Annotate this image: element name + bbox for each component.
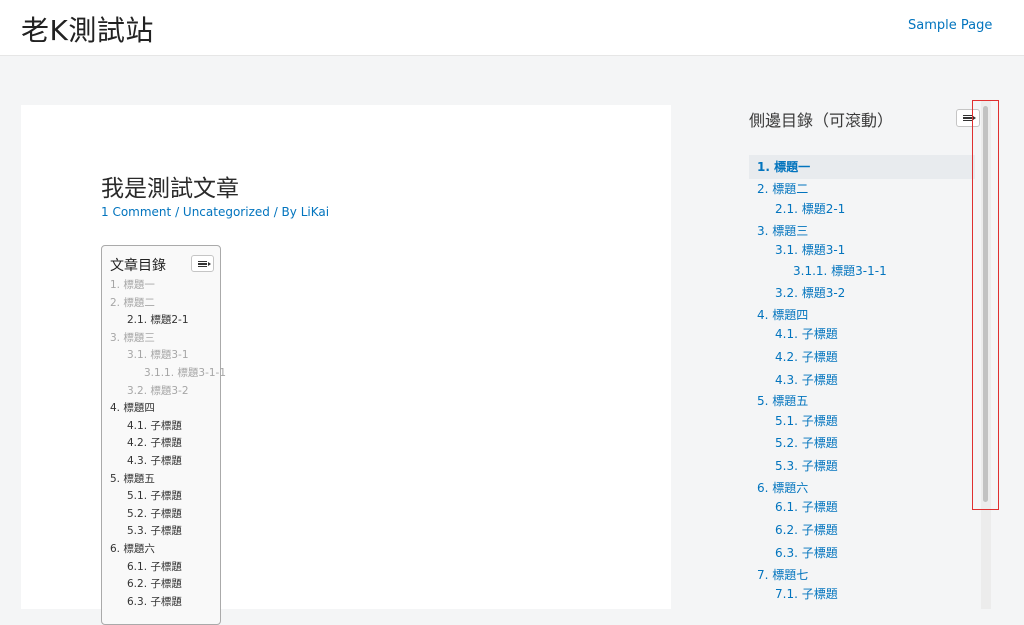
sidebar-title: 側邊目錄（可滾動）	[749, 111, 894, 130]
toc-item[interactable]: 2.1. 標題2-1	[127, 312, 189, 327]
sidebar-item[interactable]: 4.1. 子標題	[775, 325, 838, 342]
toc-item[interactable]: 5.1. 子標題	[127, 488, 182, 503]
sidebar-item[interactable]: 4.2. 子標題	[775, 348, 838, 365]
sidebar-item[interactable]: 3. 標題三	[757, 222, 808, 239]
meta-separator: /	[171, 205, 183, 219]
toc-item[interactable]: 1. 標題一	[110, 277, 155, 292]
sidebar-item[interactable]: 5.2. 子標題	[775, 434, 838, 451]
nav-sample-page[interactable]: Sample Page	[908, 18, 992, 33]
sidebar-item[interactable]: 7. 標題七	[757, 566, 808, 583]
sidebar-item[interactable]: 1. 標題一	[757, 158, 810, 175]
category-link[interactable]: Uncategorized	[183, 205, 270, 219]
toc-item[interactable]: 5.2. 子標題	[127, 506, 182, 521]
toc-item[interactable]: 4.2. 子標題	[127, 435, 182, 450]
toc-item[interactable]: 6.1. 子標題	[127, 559, 182, 574]
site-title[interactable]: 老K測試站	[21, 9, 154, 49]
post-meta: 1 Comment / Uncategorized / By LiKai	[101, 205, 329, 219]
sidebar-item[interactable]: 3.1.1. 標題3-1-1	[793, 262, 887, 279]
sidebar-item[interactable]: 2. 標題二	[757, 180, 808, 197]
toc-item[interactable]: 3.1. 標題3-1	[127, 347, 189, 362]
comments-link[interactable]: 1 Comment	[101, 205, 171, 219]
site-header: 老K測試站 Sample Page	[0, 0, 1024, 56]
toc-item[interactable]: 6.3. 子標題	[127, 594, 182, 609]
scrollbar-highlight-annotation	[972, 100, 999, 510]
sidebar-item[interactable]: 6.2. 子標題	[775, 521, 838, 538]
post-title: 我是測試文章	[101, 176, 239, 202]
toc-item[interactable]: 5. 標題五	[110, 471, 155, 486]
sidebar-item[interactable]: 3.2. 標題3-2	[775, 284, 845, 301]
toc-item[interactable]: 3. 標題三	[110, 330, 155, 345]
sidebar-item[interactable]: 6.3. 子標題	[775, 544, 838, 561]
author-link[interactable]: LiKai	[301, 205, 329, 219]
toc-item[interactable]: 6.2. 子標題	[127, 576, 182, 591]
sidebar-item[interactable]: 3.1. 標題3-1	[775, 241, 845, 258]
toc-item[interactable]: 2. 標題二	[110, 295, 155, 310]
article-toc: 文章目錄 1. 標題一 2. 標題二 2.1. 標題2-1 3. 標題三 3.1…	[101, 245, 226, 625]
toc-item[interactable]: 4. 標題四	[110, 400, 155, 415]
sidebar-item[interactable]: 5.3. 子標題	[775, 457, 838, 474]
toc-item[interactable]: 6. 標題六	[110, 541, 155, 556]
sidebar-toc: 側邊目錄（可滾動） 1. 標題一 2. 標題二 2.1. 標題2-1 3. 標題…	[740, 100, 985, 609]
sidebar-item[interactable]: 7.1. 子標題	[775, 585, 838, 602]
toc-item[interactable]: 3.2. 標題3-2	[127, 383, 189, 398]
sidebar-item[interactable]: 5.1. 子標題	[775, 412, 838, 429]
sidebar-item[interactable]: 4. 標題四	[757, 306, 808, 323]
list-toggle-icon	[963, 115, 976, 121]
sidebar-item[interactable]: 6. 標題六	[757, 479, 808, 496]
toc-item[interactable]: 3.1.1. 標題3-1-1	[144, 365, 226, 380]
toc-item[interactable]: 5.3. 子標題	[127, 523, 182, 538]
meta-by: / By	[269, 205, 301, 219]
toc-item[interactable]: 4.1. 子標題	[127, 418, 182, 433]
toc-item[interactable]: 4.3. 子標題	[127, 453, 182, 468]
sidebar-item[interactable]: 6.1. 子標題	[775, 498, 838, 515]
sidebar-item[interactable]: 2.1. 標題2-1	[775, 200, 845, 217]
toc-toggle-button[interactable]	[191, 255, 214, 272]
list-toggle-icon	[198, 261, 211, 267]
sidebar-item[interactable]: 5. 標題五	[757, 392, 808, 409]
toc-title: 文章目錄	[110, 258, 166, 274]
sidebar-item[interactable]: 4.3. 子標題	[775, 371, 838, 388]
article: 我是測試文章 1 Comment / Uncategorized / By Li…	[21, 105, 671, 625]
